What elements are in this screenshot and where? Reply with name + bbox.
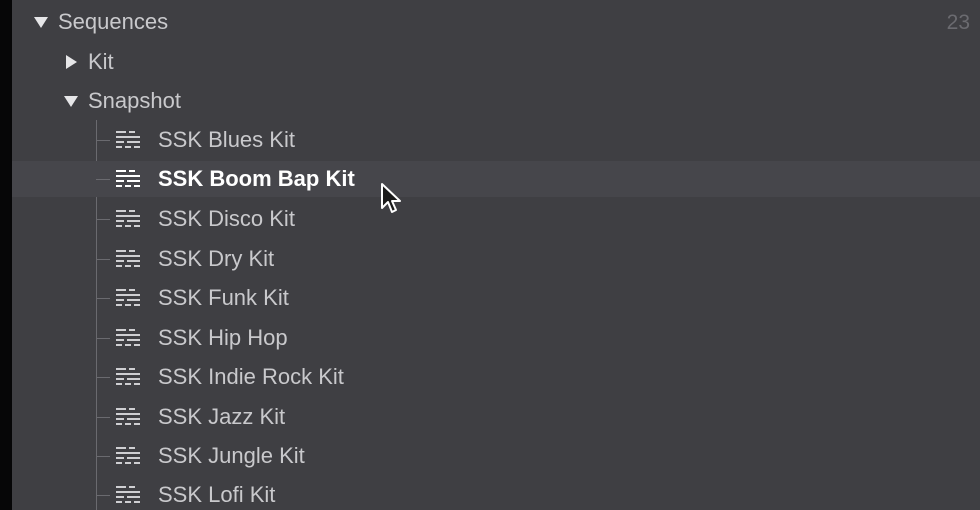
sequence-label: SSK Blues Kit <box>158 127 295 152</box>
sequence-icon <box>116 289 140 306</box>
tree-node-label: Snapshot <box>88 88 181 113</box>
tree-branch-line <box>96 338 110 339</box>
tree-node-kit[interactable]: Kit <box>12 44 980 80</box>
sequence-icon <box>116 210 140 227</box>
sequence-label: SSK Lofi Kit <box>158 482 276 507</box>
sequence-label: SSK Jazz Kit <box>158 404 286 429</box>
sequence-icon <box>116 408 140 425</box>
sequence-label: SSK Boom Bap Kit <box>158 166 355 191</box>
tree-branch-line <box>96 495 110 496</box>
item-count: 23 <box>946 10 970 34</box>
tree-branch-line <box>96 417 110 418</box>
sequence-label: SSK Jungle Kit <box>158 443 305 468</box>
list-item-sequence[interactable]: SSK Jazz Kit <box>12 399 980 435</box>
sequence-label: SSK Funk Kit <box>158 285 289 310</box>
sequence-icon <box>116 368 140 385</box>
expanded-triangle-icon[interactable] <box>64 94 78 108</box>
tree-branch-line <box>96 219 110 220</box>
expanded-triangle-icon[interactable] <box>34 15 48 29</box>
tree-node-snapshot[interactable]: Snapshot <box>12 83 980 119</box>
sequence-browser-panel: Sequences 23 Kit Snapshot SSK Blues Kit … <box>12 0 980 510</box>
sequence-icon <box>116 447 140 464</box>
sequence-icon <box>116 329 140 346</box>
sequence-icon <box>116 486 140 503</box>
list-item-sequence[interactable]: SSK Indie Rock Kit <box>12 359 980 395</box>
tree-node-label: Sequences <box>58 9 169 34</box>
sequence-label: SSK Disco Kit <box>158 206 295 231</box>
list-item-sequence[interactable]: SSK Lofi Kit <box>12 477 980 510</box>
sequence-label: SSK Dry Kit <box>158 246 275 271</box>
list-item-sequence[interactable]: SSK Disco Kit <box>12 201 980 237</box>
tree-branch-line <box>96 377 110 378</box>
sequence-icon <box>116 131 140 148</box>
tree-node-sequences[interactable]: Sequences 23 <box>12 4 980 40</box>
list-item-sequence[interactable]: SSK Hip Hop <box>12 320 980 356</box>
sequence-label: SSK Hip Hop <box>158 325 288 350</box>
sequence-label: SSK Indie Rock Kit <box>158 364 344 389</box>
tree-branch-line <box>96 259 110 260</box>
tree-branch-line <box>96 298 110 299</box>
tree-branch-line <box>96 456 110 457</box>
mouse-pointer-icon <box>381 183 401 213</box>
list-item-sequence[interactable]: SSK Jungle Kit <box>12 438 980 474</box>
tree-node-label: Kit <box>88 49 114 74</box>
list-item-sequence[interactable]: SSK Funk Kit <box>12 280 980 316</box>
sequence-icon <box>116 250 140 267</box>
tree-branch-line <box>96 140 110 141</box>
tree-branch-line <box>96 179 110 180</box>
collapsed-triangle-icon[interactable] <box>64 55 78 69</box>
list-item-sequence-selected[interactable]: SSK Boom Bap Kit <box>12 161 980 197</box>
list-item-sequence[interactable]: SSK Blues Kit <box>12 122 980 158</box>
sequence-icon <box>116 170 140 187</box>
list-item-sequence[interactable]: SSK Dry Kit <box>12 241 980 277</box>
